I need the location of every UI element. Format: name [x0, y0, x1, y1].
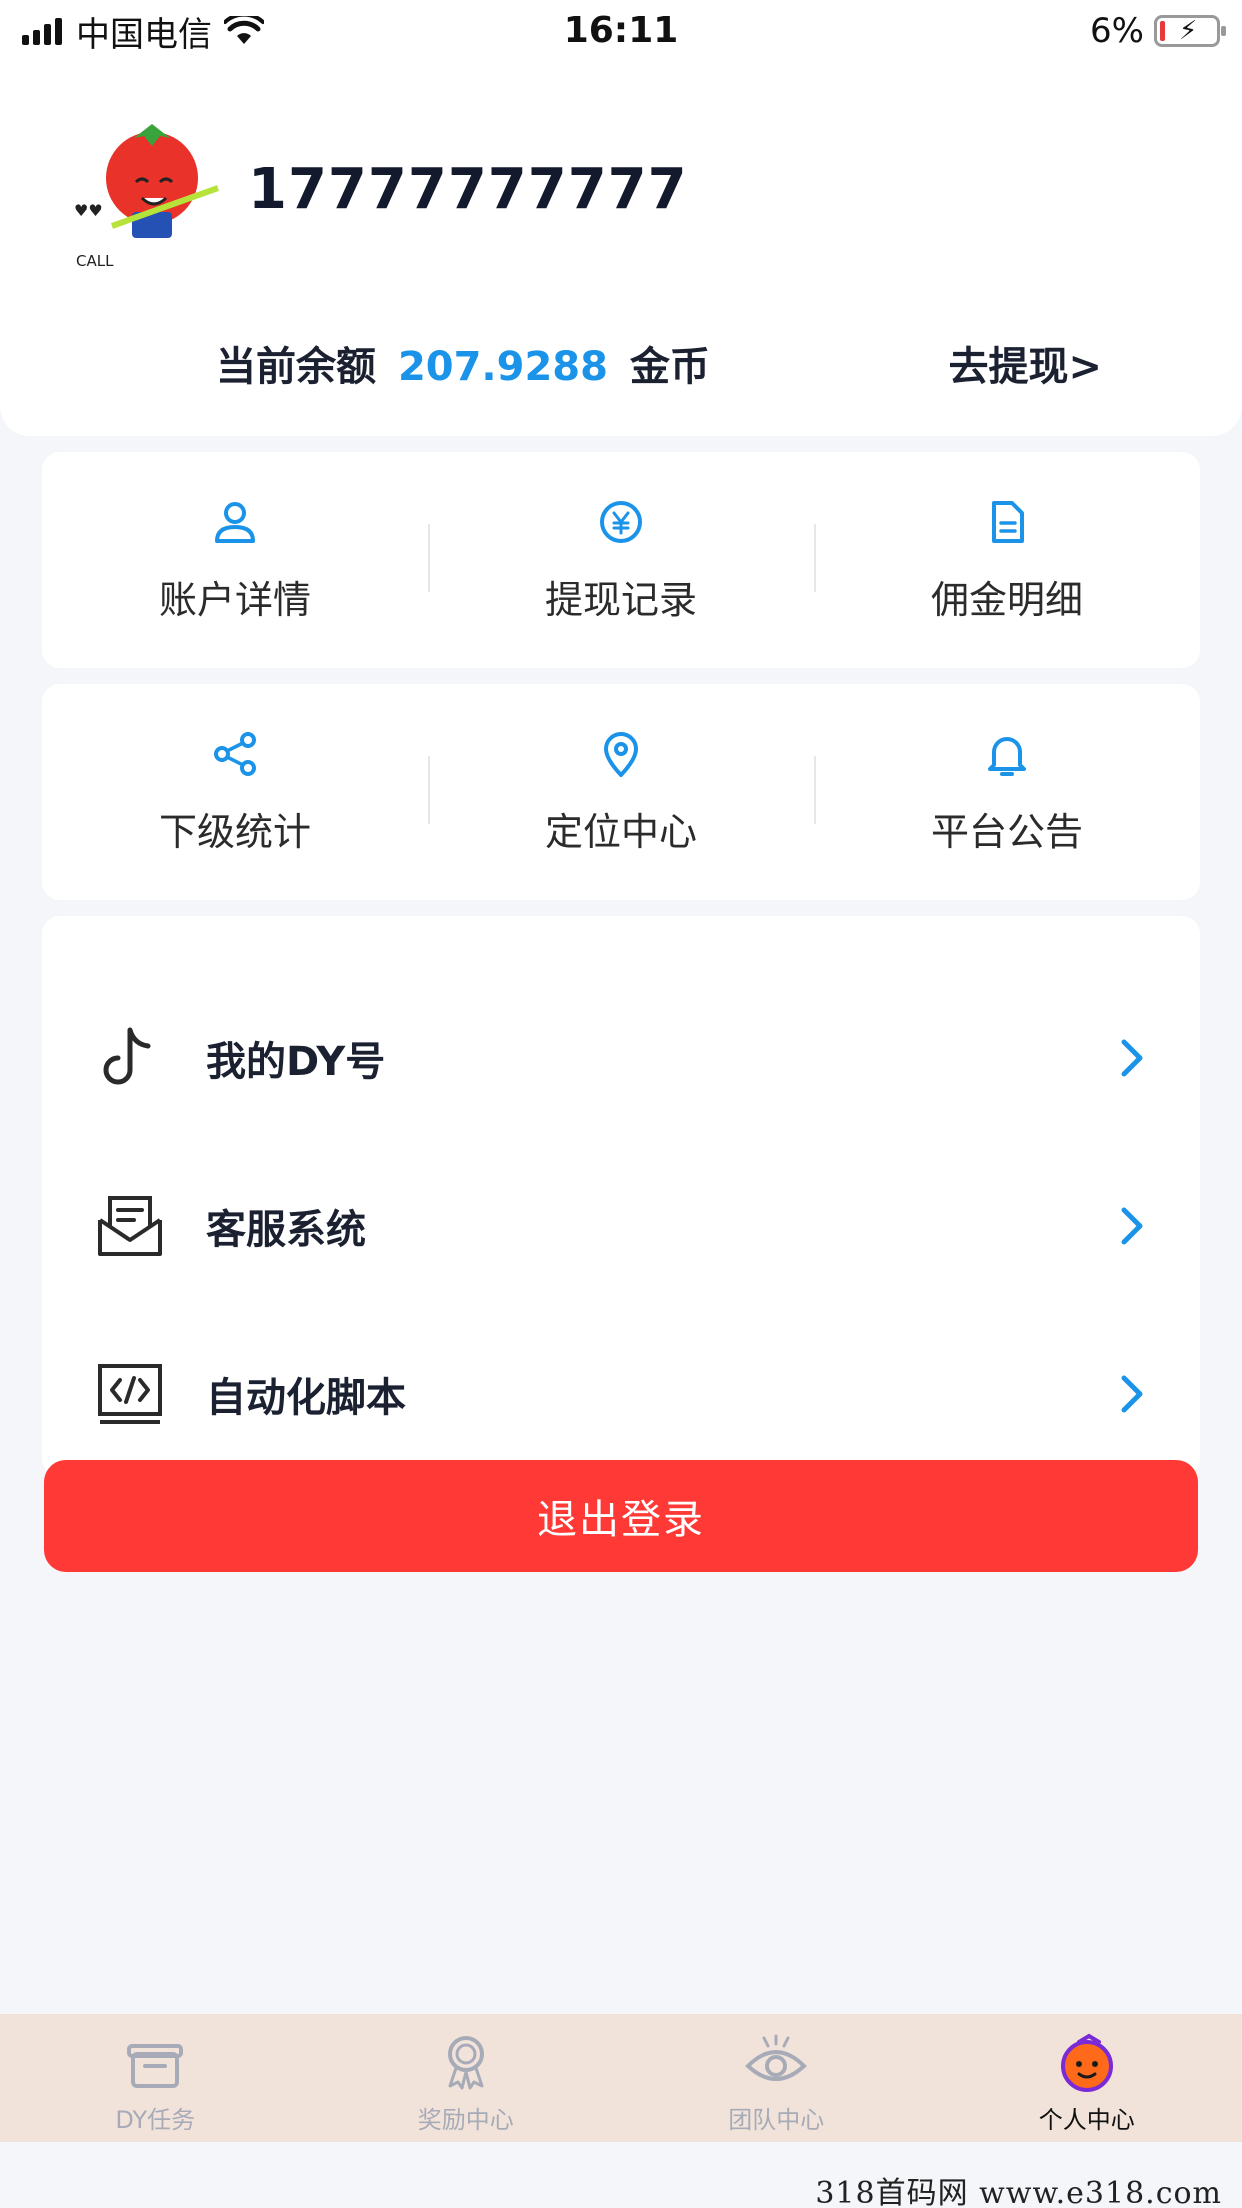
bell-icon: [988, 736, 1026, 776]
svg-text:CALL: CALL: [76, 252, 114, 270]
menu-item-customer-service[interactable]: 客服系统: [42, 1166, 1200, 1286]
tab-label: 奖励中心: [417, 2106, 514, 2134]
award-icon: [447, 2036, 484, 2090]
battery-icon: ⚡: [1154, 15, 1226, 47]
eye-icon: [745, 2034, 808, 2081]
svg-text:♥♥: ♥♥: [74, 201, 103, 220]
tab-personal-center[interactable]: 个人中心: [932, 2014, 1242, 2142]
grid-item-account-details[interactable]: 账户详情: [42, 452, 428, 668]
quick-actions-row-2: 下级统计 定位中心 平台公告: [42, 684, 1200, 900]
tab-label: DY任务: [115, 2106, 196, 2134]
grid-item-withdraw-records[interactable]: 提现记录: [428, 452, 814, 668]
grid-label: 提现记录: [544, 577, 697, 622]
logout-button[interactable]: 退出登录: [44, 1460, 1198, 1572]
grid-item-platform-notice[interactable]: 平台公告: [814, 684, 1200, 900]
tab-label: 团队中心: [728, 2106, 825, 2134]
yen-icon: [600, 500, 642, 543]
grid-item-commission-details[interactable]: 佣金明细: [814, 452, 1200, 668]
balance-label: 当前余额: [216, 344, 376, 390]
grid-label: 下级统计: [158, 809, 311, 854]
gift-box-icon: [127, 2044, 184, 2088]
tab-reward-center[interactable]: 奖励中心: [311, 2014, 622, 2142]
bottom-tab-bar: DY任务 奖励中心 团队中心 个人中心: [0, 2014, 1242, 2142]
menu-label: 自动化脚本: [206, 1375, 406, 1421]
share-icon: [214, 731, 256, 776]
tiktok-icon: [103, 1027, 151, 1085]
watermark: 318首码网 www.e318.com: [815, 2176, 1222, 2208]
chevron-right-icon: [1121, 1375, 1143, 1413]
grid-item-subordinate-stats[interactable]: 下级统计: [42, 684, 428, 900]
battery-percent: 6%: [1090, 11, 1144, 51]
status-time: 16:11: [563, 10, 679, 51]
status-right: 6% ⚡: [1090, 10, 1226, 52]
chevron-right-icon: [1121, 1207, 1143, 1245]
avatar[interactable]: ♥♥ CALL: [72, 106, 222, 276]
withdraw-link[interactable]: 去提现>: [948, 334, 1102, 392]
user-phone: 17777777777: [248, 157, 688, 222]
code-icon: [98, 1364, 162, 1424]
balance-value: 207.9288: [397, 344, 608, 390]
envelope-icon: [98, 1196, 162, 1256]
chevron-right-icon: [1121, 1039, 1143, 1077]
menu-label: 客服系统: [206, 1207, 366, 1253]
tab-team-center[interactable]: 团队中心: [621, 2014, 932, 2142]
user-icon: [215, 501, 255, 543]
grid-item-location-center[interactable]: 定位中心: [428, 684, 814, 900]
menu-item-my-dy[interactable]: 我的DY号: [42, 998, 1200, 1118]
grid-label: 账户详情: [158, 577, 311, 622]
menu-list: 我的DY号 客服系统 自动化脚本: [42, 916, 1200, 1476]
grid-label: 平台公告: [930, 809, 1083, 854]
document-icon: [992, 500, 1024, 543]
profile-header: ♥♥ CALL 17777777777 当前余额 207.9288 金币 去提现…: [0, 62, 1242, 436]
grid-label: 定位中心: [544, 809, 697, 854]
tab-label: 个人中心: [1038, 2106, 1135, 2134]
location-pin-icon: [604, 731, 638, 777]
tomato-face-icon: [1060, 2033, 1113, 2092]
balance-unit: 金币: [629, 344, 710, 390]
status-bar: 中国电信 16:11 6% ⚡: [0, 0, 1242, 62]
quick-actions-row-1: 账户详情 提现记录 佣金明细: [42, 452, 1200, 668]
tab-dy-tasks[interactable]: DY任务: [0, 2014, 311, 2142]
menu-label: 我的DY号: [206, 1039, 386, 1085]
balance-row: 当前余额 207.9288 金币: [216, 334, 710, 392]
grid-label: 佣金明细: [930, 577, 1083, 622]
menu-item-automation-script[interactable]: 自动化脚本: [42, 1334, 1200, 1454]
